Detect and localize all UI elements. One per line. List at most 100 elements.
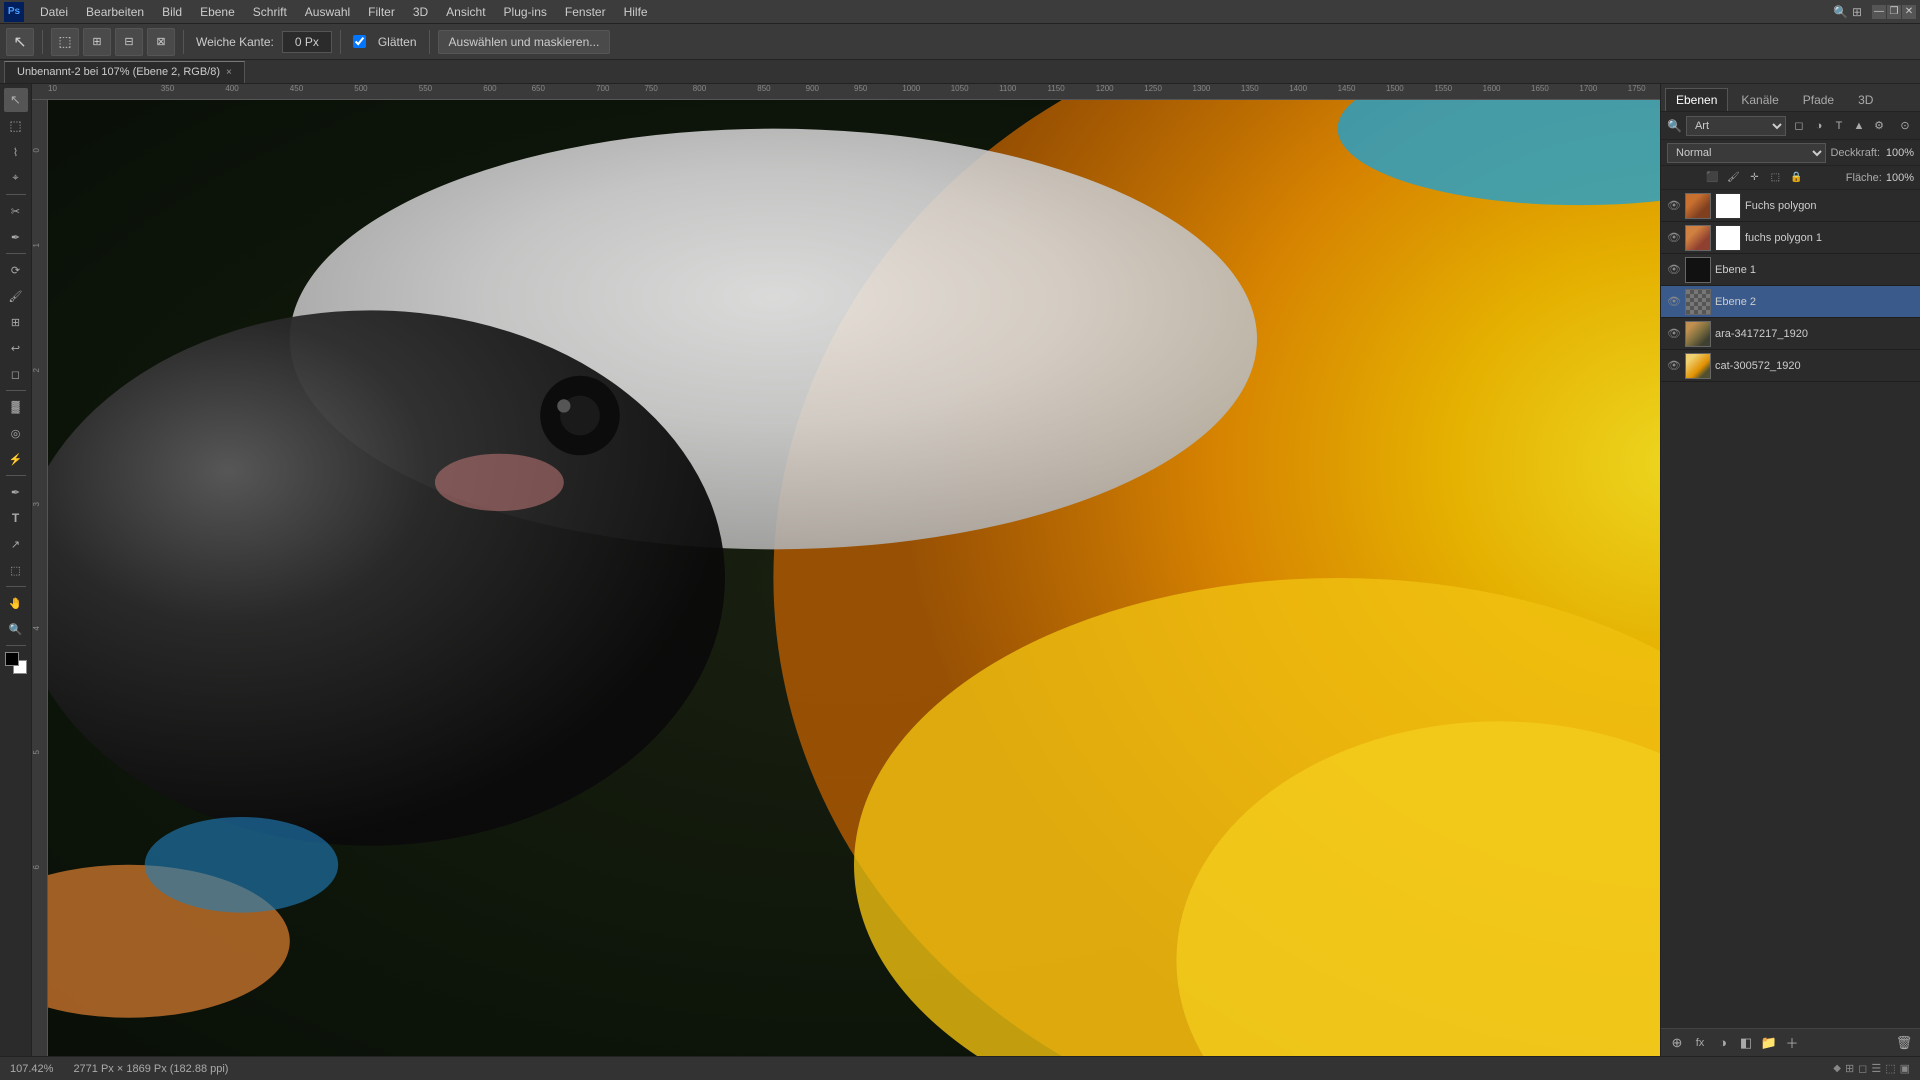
layer-visibility-eye[interactable]: 👁 [1667, 199, 1681, 213]
close-btn[interactable]: ✕ [1902, 5, 1916, 19]
tab-close-btn[interactable]: × [226, 67, 232, 78]
layer-visibility-eye[interactable]: 👁 [1667, 327, 1681, 341]
subtract-selection-btn[interactable]: ⊟ [115, 28, 143, 56]
type-filter-btn[interactable]: T [1830, 117, 1848, 135]
pixel-filter-btn[interactable]: ◻ [1790, 117, 1808, 135]
delete-layer-btn[interactable]: 🗑 [1894, 1033, 1914, 1053]
layer-thumbnail [1685, 193, 1711, 219]
layer-type-filter[interactable]: Art [1686, 116, 1786, 136]
bottom-btn-2[interactable]: ◻ [1858, 1062, 1867, 1075]
marquee-tool[interactable]: ⬚ [4, 114, 28, 138]
layer-visibility-eye[interactable]: 👁 [1667, 231, 1681, 245]
menu-ebene[interactable]: Ebene [192, 3, 243, 21]
weiche-kante-input[interactable] [282, 31, 332, 53]
history-brush-tool[interactable]: ↩ [4, 336, 28, 360]
tab-kanaele[interactable]: Kanäle [1730, 88, 1789, 111]
blur-tool[interactable]: ◎ [4, 421, 28, 445]
menu-schrift[interactable]: Schrift [245, 3, 295, 21]
menu-bearbeiten[interactable]: Bearbeiten [78, 3, 152, 21]
adjustment-layer-btn[interactable]: ◧ [1736, 1033, 1756, 1053]
lock-artboard-btn[interactable]: ⬚ [1766, 169, 1784, 187]
workspace-btn[interactable]: ⊞ [1852, 5, 1862, 19]
lock-all-btn[interactable]: 🔒 [1787, 169, 1805, 187]
tab-ebenen[interactable]: Ebenen [1665, 88, 1728, 111]
minimize-btn[interactable]: — [1872, 5, 1886, 19]
eyedropper-tool[interactable]: ✒ [4, 225, 28, 249]
brush-tool[interactable]: 🖌 [4, 284, 28, 308]
sep-tools1 [6, 194, 26, 195]
menu-auswahl[interactable]: Auswahl [297, 3, 358, 21]
layer-mask-thumb [1715, 193, 1741, 219]
tab-pfade[interactable]: Pfade [1792, 88, 1845, 111]
zoom-level: 107.42% [10, 1063, 53, 1075]
layer-item-fuchs-polygon-1[interactable]: 👁 fuchs polygon 1 [1661, 222, 1920, 254]
sep-tools6 [6, 645, 26, 646]
dodge-tool[interactable]: ⚡ [4, 447, 28, 471]
document-tab[interactable]: Unbenannt-2 bei 107% (Ebene 2, RGB/8) × [4, 61, 245, 83]
eraser-tool[interactable]: ◻ [4, 362, 28, 386]
text-tool[interactable]: T [4, 506, 28, 530]
layer-mask-btn[interactable]: ◑ [1713, 1033, 1733, 1053]
menu-ansicht[interactable]: Ansicht [438, 3, 493, 21]
bottom-btn-3[interactable]: ☰ [1871, 1062, 1881, 1075]
gradient-tool[interactable]: ▓ [4, 395, 28, 419]
layer-item-ara[interactable]: 👁 ara-3417217_1920 [1661, 318, 1920, 350]
tab-3d[interactable]: 3D [1847, 88, 1884, 111]
new-selection-btn[interactable]: ⬚ [51, 28, 79, 56]
menu-datei[interactable]: Datei [32, 3, 76, 21]
menu-fenster[interactable]: Fenster [557, 3, 614, 21]
canvas-area[interactable] [48, 100, 1660, 1056]
menu-3d[interactable]: 3D [405, 3, 436, 21]
crop-tool[interactable]: ✂ [4, 199, 28, 223]
path-select-tool[interactable]: ↗ [4, 532, 28, 556]
menu-hilfe[interactable]: Hilfe [616, 3, 656, 21]
layer-item-fuchs-polygon[interactable]: 👁 Fuchs polygon [1661, 190, 1920, 222]
auswahl-maskieren-btn[interactable]: Auswählen und maskieren... [438, 30, 611, 54]
menu-bild[interactable]: Bild [154, 3, 190, 21]
adjust-filter-btn[interactable]: ◑ [1810, 117, 1828, 135]
intersect-selection-btn[interactable]: ⊠ [147, 28, 175, 56]
healing-brush-tool[interactable]: ⟳ [4, 258, 28, 282]
menu-filter[interactable]: Filter [360, 3, 403, 21]
lock-transparent-btn[interactable]: ⬛ [1703, 169, 1721, 187]
tabbar: Unbenannt-2 bei 107% (Ebene 2, RGB/8) × [0, 60, 1920, 84]
layer-effects-btn[interactable]: fx [1690, 1033, 1710, 1053]
link-layers-btn[interactable]: ⊕ [1667, 1033, 1687, 1053]
layer-item-ebene1[interactable]: 👁 Ebene 1 [1661, 254, 1920, 286]
bottom-btn-5[interactable]: ▣ [1900, 1062, 1910, 1075]
layer-visibility-eye[interactable]: 👁 [1667, 263, 1681, 277]
maximize-btn[interactable]: ❐ [1887, 5, 1901, 19]
zoom-tool[interactable]: 🔍 [4, 617, 28, 641]
pen-tool[interactable]: ✒ [4, 480, 28, 504]
search-btn[interactable]: 🔍 [1833, 5, 1848, 19]
filter-toggle-btn[interactable]: ⊙ [1896, 117, 1914, 135]
shape-filter-btn[interactable]: ▲ [1850, 117, 1868, 135]
opacity-label: Deckkraft: [1830, 147, 1880, 159]
layer-thumbnail [1685, 353, 1711, 379]
layer-item-ebene2[interactable]: 👁 Ebene 2 [1661, 286, 1920, 318]
lock-position-btn[interactable]: ✛ [1745, 169, 1763, 187]
options-toolbar: ↖ ⬚ ⊞ ⊟ ⊠ Weiche Kante: Glätten Auswähle… [0, 24, 1920, 60]
new-group-btn[interactable]: 📁 [1759, 1033, 1779, 1053]
move-tool[interactable]: ↖ [4, 88, 28, 112]
tools-panel: ↖ ⬚ ⌇ ⌖ ✂ ✒ ⟳ 🖌 ⊞ ↩ ◻ ▓ ◎ ⚡ ✒ T ↗ ⬚ 🤚 🔍 [0, 84, 32, 1056]
lock-pixels-btn[interactable]: 🖌 [1724, 169, 1742, 187]
shape-tool[interactable]: ⬚ [4, 558, 28, 582]
glatten-checkbox[interactable] [353, 35, 366, 48]
new-layer-btn[interactable]: ＋ [1782, 1033, 1802, 1053]
layer-visibility-eye[interactable]: 👁 [1667, 295, 1681, 309]
stamp-tool[interactable]: ⊞ [4, 310, 28, 334]
layer-visibility-eye[interactable]: 👁 [1667, 359, 1681, 373]
menu-plugins[interactable]: Plug-ins [496, 3, 555, 21]
quick-select-tool[interactable]: ⌖ [4, 166, 28, 190]
add-selection-btn[interactable]: ⊞ [83, 28, 111, 56]
lasso-tool[interactable]: ⌇ [4, 140, 28, 164]
hand-tool[interactable]: 🤚 [4, 591, 28, 615]
smart-filter-btn[interactable]: ⚙ [1870, 117, 1888, 135]
tool-icon-btn[interactable]: ↖ [6, 28, 34, 56]
layer-item-cat[interactable]: 👁 cat-300572_1920 [1661, 350, 1920, 382]
bottom-btn-1[interactable]: ⊞ [1845, 1062, 1854, 1075]
foreground-color-swatch[interactable] [5, 652, 19, 666]
blend-mode-select[interactable]: Normal [1667, 143, 1826, 163]
bottom-btn-4[interactable]: ⬚ [1885, 1062, 1895, 1075]
